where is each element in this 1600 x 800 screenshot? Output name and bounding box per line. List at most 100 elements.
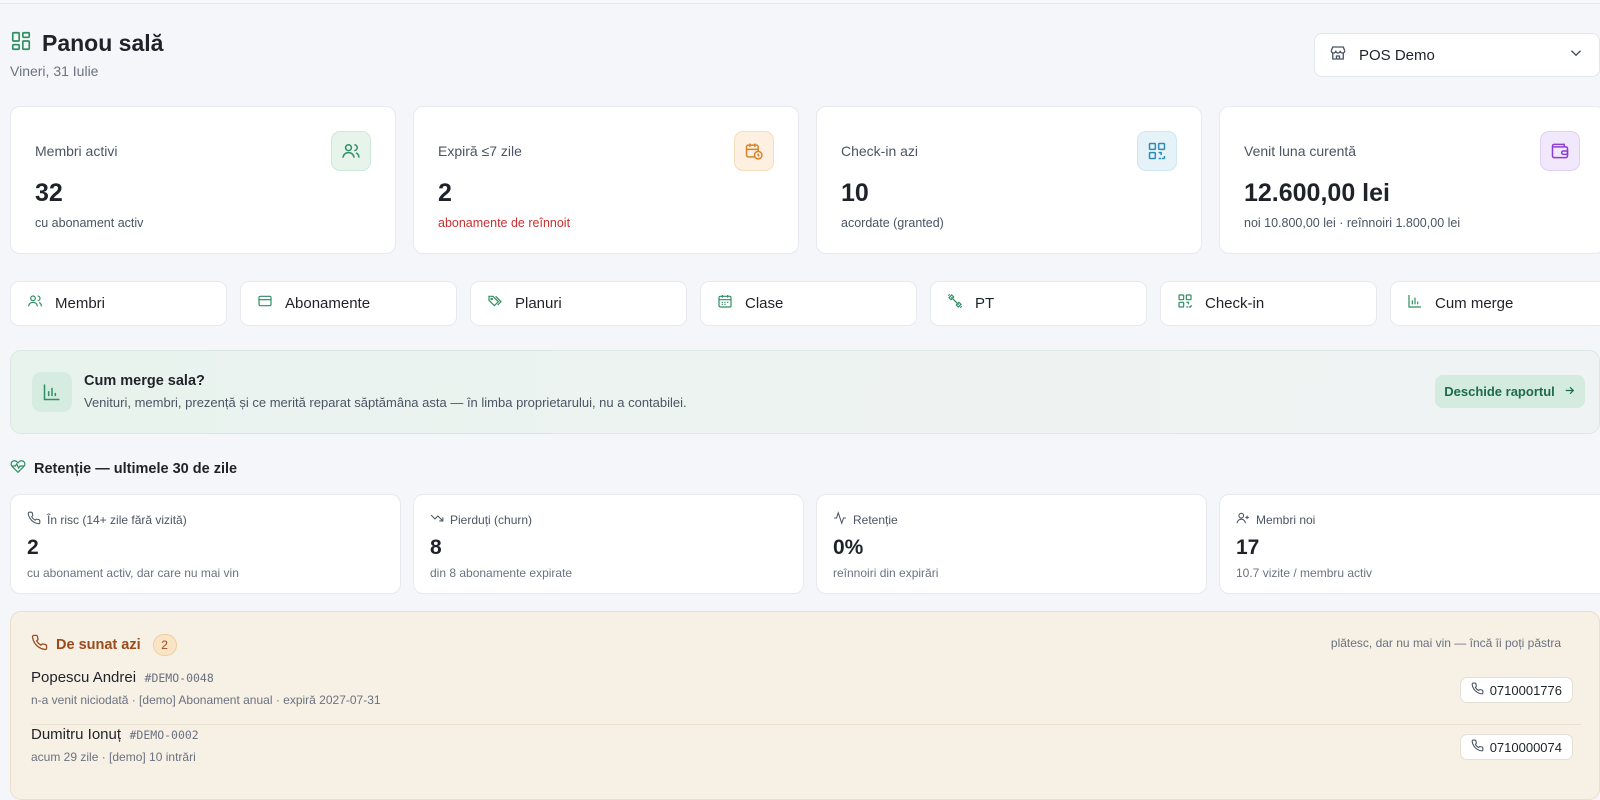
stat-card-active-members: Membri activi 32 cu abonament activ: [10, 106, 396, 254]
stat-label: Expiră ≤7 zile: [438, 143, 522, 159]
user-plus-icon: [1236, 511, 1250, 528]
heart-pulse-icon: [10, 458, 26, 479]
retention-card-label: Pierduți (churn): [450, 512, 533, 527]
phone-number: 0710000074: [1489, 739, 1562, 755]
retention-card-value: 8: [430, 536, 442, 559]
call-panel-title: De sunat azi: [56, 637, 141, 653]
phone-icon: [1471, 682, 1484, 698]
member-name: Popescu Andrei: [31, 669, 137, 686]
retention-card-label: În risc (14+ zile fără vizită): [47, 512, 187, 527]
phone-button[interactable]: 0710001776: [1459, 677, 1573, 703]
call-row[interactable]: Popescu Andrei #DEMO-0048 n-a venit nici…: [31, 669, 1581, 725]
nav-button-label: Cum merge: [1435, 295, 1514, 312]
retention-title: Retenție — ultimele 30 de zile: [34, 460, 238, 477]
bar-chart-icon: [32, 372, 72, 412]
retention-card-sub: cu abonament activ, dar care nu mai vin: [27, 566, 239, 580]
dumbbell-icon: [947, 293, 963, 314]
store-icon: [1329, 44, 1347, 67]
calendar-icon: [717, 293, 733, 314]
trending-down-icon: [430, 511, 444, 528]
stat-label: Check-in azi: [841, 143, 919, 159]
nav-button-pt[interactable]: PT: [930, 281, 1147, 326]
retention-card-label: Membri noi: [1256, 512, 1316, 527]
member-meta: n-a venit niciodată · [demo] Abonament a…: [31, 693, 381, 707]
bar-chart-icon: [1407, 293, 1423, 314]
stat-value: 32: [35, 179, 63, 207]
open-report-button[interactable]: Deschide raportul: [1435, 375, 1585, 408]
arrow-right-icon: [1563, 384, 1576, 400]
card-icon: [257, 293, 273, 314]
nav-button-label: PT: [975, 295, 995, 312]
member-name: Dumitru Ionuț: [31, 726, 122, 743]
member-meta: acum 29 zile · [demo] 10 intrări: [31, 750, 196, 764]
users-icon: [27, 293, 43, 314]
stat-label: Membri activi: [35, 143, 118, 159]
nav-button-checkin[interactable]: Check-in: [1160, 281, 1377, 326]
nav-button-how-it-goes[interactable]: Cum merge: [1390, 281, 1600, 326]
retention-card-value: 17: [1236, 536, 1260, 559]
banner-text: Venituri, membri, prezență și ce merită …: [84, 395, 687, 410]
nav-button-members[interactable]: Membri: [10, 281, 227, 326]
quick-nav: Membri Abonamente Planuri Clase PT Check…: [10, 281, 1600, 326]
nav-button-label: Membri: [55, 295, 106, 312]
open-report-label: Deschide raportul: [1444, 384, 1555, 399]
retention-card-new-members: Membri noi 17 10.7 vizite / membru activ: [1219, 494, 1600, 594]
chevron-down-icon: [1567, 44, 1585, 67]
page-header: Panou sală Vineri, 31 Iulie: [10, 30, 163, 79]
member-code: #DEMO-0002: [129, 728, 199, 742]
banner-title: Cum merge sala?: [84, 373, 205, 389]
stat-sub: abonamente de reînnoit: [438, 216, 571, 230]
retention-header: Retenție — ultimele 30 de zile: [10, 458, 237, 479]
activity-icon: [833, 511, 847, 528]
retention-card-retention: Retenție 0% reînnoiri din expirări: [816, 494, 1207, 594]
stat-value: 2: [438, 179, 452, 207]
stats-row: Membri activi 32 cu abonament activ Expi…: [10, 106, 1600, 254]
page-date: Vineri, 31 Iulie: [10, 63, 99, 79]
member-code: #DEMO-0048: [144, 671, 214, 685]
nav-button-label: Clase: [745, 295, 784, 312]
phone-icon: [27, 511, 41, 528]
stat-value: 12.600,00 lei: [1244, 179, 1390, 207]
stat-card-revenue: Venit luna curentă 12.600,00 lei noi 10.…: [1219, 106, 1600, 254]
nav-button-plans[interactable]: Planuri: [470, 281, 687, 326]
retention-cards: În risc (14+ zile fără vizită) 2 cu abon…: [10, 494, 1600, 594]
stat-sub: cu abonament activ: [35, 216, 144, 230]
tags-icon: [487, 293, 503, 314]
report-banner: Cum merge sala? Venituri, membri, prezen…: [10, 350, 1600, 434]
phone-number: 0710001776: [1489, 682, 1562, 698]
stat-card-checkin-today: Check-in azi 10 acordate (granted): [816, 106, 1202, 254]
nav-button-label: Check-in: [1205, 295, 1265, 312]
store-select[interactable]: POS Demo: [1314, 33, 1600, 77]
nav-button-subscriptions[interactable]: Abonamente: [240, 281, 457, 326]
stat-sub: acordate (granted): [841, 216, 944, 230]
retention-card-at-risk: În risc (14+ zile fără vizită) 2 cu abon…: [10, 494, 401, 594]
phone-icon: [31, 634, 48, 656]
stat-card-expiring: Expiră ≤7 zile 2 abonamente de reînnoit: [413, 106, 799, 254]
retention-card-label: Retenție: [853, 512, 898, 527]
retention-card-churn: Pierduți (churn) 8 din 8 abonamente expi…: [413, 494, 804, 594]
retention-card-sub: din 8 abonamente expirate: [430, 566, 573, 580]
retention-card-value: 0%: [833, 536, 864, 559]
call-row[interactable]: Dumitru Ionuț #DEMO-0002 acum 29 zile · …: [31, 726, 1581, 782]
qr-code-icon: [1177, 293, 1193, 314]
call-today-panel: De sunat azi 2 plătesc, dar nu mai vin —…: [10, 611, 1600, 800]
call-panel-hint: plătesc, dar nu mai vin — încă îi poți p…: [1330, 636, 1561, 650]
wallet-icon: [1540, 131, 1580, 171]
stat-sub: noi 10.800,00 lei · reînnoiri 1.800,00 l…: [1244, 216, 1461, 230]
retention-card-value: 2: [27, 536, 39, 559]
dashboard-icon: [10, 30, 32, 57]
top-divider: [0, 0, 1600, 4]
retention-card-sub: reînnoiri din expirări: [833, 566, 939, 580]
users-icon: [331, 131, 371, 171]
calendar-clock-icon: [734, 131, 774, 171]
page-title: Panou sală: [42, 30, 164, 56]
stat-value: 10: [841, 179, 869, 207]
nav-button-label: Planuri: [515, 295, 562, 312]
stat-label: Venit luna curentă: [1244, 143, 1357, 159]
call-count-badge: 2: [152, 634, 177, 656]
phone-icon: [1471, 739, 1484, 755]
store-select-value: POS Demo: [1359, 46, 1435, 64]
phone-button[interactable]: 0710000074: [1459, 734, 1573, 760]
retention-card-sub: 10.7 vizite / membru activ: [1236, 566, 1373, 580]
nav-button-classes[interactable]: Clase: [700, 281, 917, 326]
